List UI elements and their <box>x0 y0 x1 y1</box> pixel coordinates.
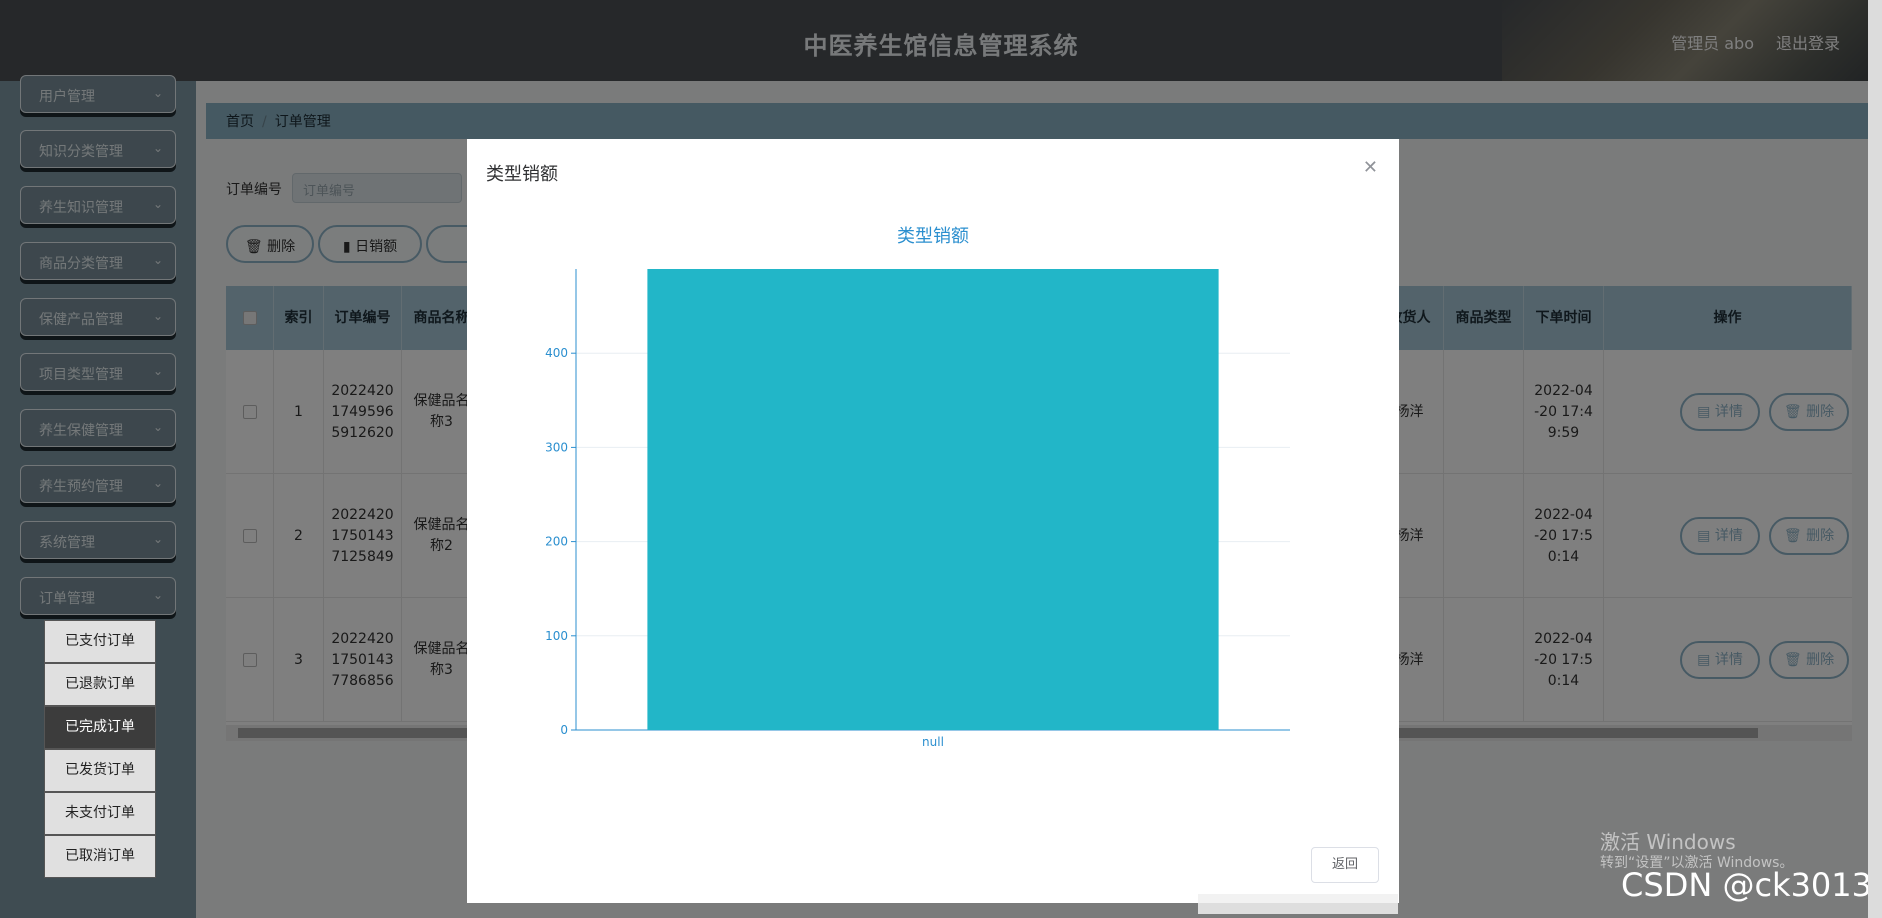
submenu-unpaid-orders[interactable]: 未支付订单 <box>44 792 156 835</box>
back-button[interactable]: 返回 <box>1311 847 1379 883</box>
submenu-shipped-orders[interactable]: 已发货订单 <box>44 749 156 792</box>
ime-toolbar <box>1198 894 1398 914</box>
y-tick-label: 400 <box>545 346 568 360</box>
windows-activation-title: 激活 Windows <box>1600 830 1736 854</box>
sales-chart-dialog: 类型销额 ✕ 类型销额 0100200300400500null 返回 <box>467 139 1399 903</box>
dialog-title: 类型销额 <box>486 164 558 185</box>
chart-title: 类型销额 <box>897 226 969 247</box>
submenu-cancelled-orders[interactable]: 已取消订单 <box>44 835 156 878</box>
submenu-paid-orders[interactable]: 已支付订单 <box>44 620 156 663</box>
y-tick-label: 0 <box>560 723 568 737</box>
bar-chart: 0100200300400500null <box>545 269 1290 749</box>
submenu-refunded-orders[interactable]: 已退款订单 <box>44 663 156 706</box>
submenu-completed-orders[interactable]: 已完成订单 <box>44 706 156 749</box>
y-tick-label: 200 <box>545 535 568 549</box>
csdn-watermark: CSDN @ck3013 <box>1621 866 1872 904</box>
window-right-edge <box>1868 0 1882 918</box>
x-tick-label: null <box>922 735 944 749</box>
y-tick-label: 300 <box>545 440 568 454</box>
y-tick-label: 100 <box>545 629 568 643</box>
bar <box>647 269 1219 730</box>
orders-submenu: 已支付订单 已退款订单 已完成订单 已发货订单 未支付订单 已取消订单 <box>44 620 156 878</box>
close-icon[interactable]: ✕ <box>1363 157 1378 178</box>
